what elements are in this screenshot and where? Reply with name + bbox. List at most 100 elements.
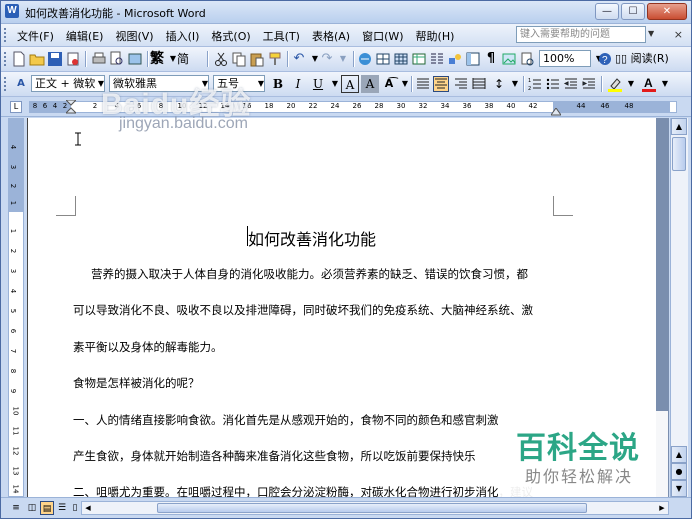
insert-excel-icon[interactable] [411,51,427,67]
underline-button[interactable]: U [309,75,327,93]
print-layout-icon[interactable]: ▤ [40,501,54,515]
highlight-icon[interactable] [607,76,623,92]
insert-table-icon[interactable] [393,51,409,67]
maximize-button[interactable]: ☐ [621,3,645,20]
menubar-grip[interactable] [4,28,9,42]
format-painter-icon[interactable] [267,51,283,67]
highlight-dropdown-icon[interactable]: ▼ [623,76,639,92]
menu-file[interactable]: 文件(F) [11,28,60,44]
menu-edit[interactable]: 编辑(E) [60,28,110,44]
paragraph[interactable]: 营养的摄入取决于人体自身的消化吸收能力。必须营养素的缺乏、错误的饮食习惯，都 [73,266,573,282]
char-border-button[interactable]: A [341,75,359,93]
font-color-icon[interactable]: A [641,76,657,92]
menu-tools[interactable]: 工具(T) [257,28,306,44]
ruler-right-margin[interactable] [553,101,670,113]
vertical-scrollbar[interactable]: ▲ ▲ ● ▼ [670,118,688,497]
outline-view-icon[interactable]: ☰ [55,501,69,515]
redo-dropdown-icon[interactable]: ▼ [335,51,351,67]
permission-icon[interactable] [65,51,81,67]
research-icon[interactable] [127,51,143,67]
menu-window[interactable]: 窗口(W) [356,28,409,44]
word-app-icon[interactable]: W [5,4,19,18]
read-button-label: 阅读(R) [630,52,669,65]
char-shading-button[interactable]: A [361,75,379,93]
line-spacing-icon[interactable]: ↕ [491,76,507,92]
vertical-scroll-thumb[interactable] [672,137,686,171]
hyperlink-icon[interactable] [357,51,373,67]
spacing-dropdown-icon[interactable]: ▼ [507,76,523,92]
document-map-icon[interactable] [465,51,481,67]
numbering-icon[interactable]: 12 [527,76,543,92]
web-layout-icon[interactable]: ◫ [25,501,39,515]
font-color-dropdown-icon[interactable]: ▼ [657,76,673,92]
read-button[interactable]: ▯▯ 阅读(R) [615,50,669,67]
toolbar-grip[interactable] [4,77,9,91]
reading-mode-icon[interactable] [519,51,535,67]
align-right-icon[interactable] [453,76,469,92]
scroll-up-icon[interactable]: ▲ [671,118,687,135]
paste-icon[interactable] [249,51,265,67]
paragraph[interactable]: 食物是怎样被消化的呢？ [73,375,573,391]
scroll-left-icon[interactable]: ◀ [82,502,94,514]
zoom-select[interactable]: 100% [539,50,591,67]
italic-button[interactable]: I [289,75,307,93]
new-document-icon[interactable] [11,51,27,67]
char-scaling-icon[interactable]: A͡ [381,76,397,92]
document-title[interactable]: 如何改善消化功能 [28,226,596,250]
help-search-input[interactable]: 键入需要帮助的问题 [516,26,646,43]
redo-icon[interactable]: ↷ [319,51,335,67]
print-preview-icon[interactable] [109,51,125,67]
save-icon[interactable] [47,51,63,67]
document-close-button[interactable]: × [674,28,683,41]
previous-page-icon[interactable]: ▲ [671,446,687,463]
toolbar-grip[interactable] [4,52,9,66]
indent-marker-icon[interactable] [66,100,76,114]
copy-icon[interactable] [231,51,247,67]
horizontal-scroll-thumb[interactable] [157,503,587,513]
next-page-icon[interactable]: ▼ [671,480,687,497]
tables-borders-icon[interactable] [375,51,391,67]
reading-view-icon[interactable]: ▯ [68,501,82,515]
open-folder-icon[interactable] [29,51,45,67]
drawing-icon[interactable] [447,51,463,67]
traditional-chinese-icon[interactable]: 繁 [149,51,165,67]
close-button[interactable]: ✕ [647,3,687,20]
tab-selector-icon[interactable]: L [10,101,22,113]
bold-button[interactable]: B [269,75,287,93]
menu-insert[interactable]: 插入(I) [160,28,206,44]
menu-help[interactable]: 帮助(H) [410,28,461,44]
styles-pane-icon[interactable]: A [13,76,29,92]
menu-view[interactable]: 视图(V) [109,28,159,44]
minimize-button[interactable]: — [595,3,619,20]
word-window: W 如何改善消化功能 - Microsoft Word — ☐ ✕ 文件(F) … [0,0,692,519]
print-icon[interactable] [91,51,107,67]
show-formatting-icon[interactable]: ¶ [483,51,499,67]
right-indent-marker-icon[interactable] [551,108,561,116]
align-center-icon[interactable] [433,76,449,92]
increase-indent-icon[interactable] [581,76,597,92]
simplified-chinese-icon[interactable]: 简 [175,51,191,67]
undo-icon[interactable]: ↶ [291,51,307,67]
align-justify-icon[interactable] [415,76,431,92]
columns-icon[interactable] [429,51,445,67]
paragraph[interactable]: 可以导致消化不良、吸收不良以及排泄障碍，同时破坏我们的免疫系统、大脑神经系统、激 [73,302,573,318]
ruler-label: 4 [52,102,58,110]
insert-picture-icon[interactable] [501,51,517,67]
help-dropdown-icon[interactable]: ▼ [648,29,654,38]
menu-table[interactable]: 表格(A) [306,28,356,44]
toolbar-separator [207,51,209,67]
browse-object-icon[interactable]: ● [671,463,687,480]
vertical-ruler[interactable]: 4 3 2 1 1 2 3 4 5 6 7 8 9 10 11 12 13 14 [8,118,24,497]
normal-view-icon[interactable]: ≡ [9,501,23,515]
paragraph[interactable]: 素平衡以及身体的解毒能力。 [73,339,573,355]
size-dropdown-icon[interactable]: ▼ [253,76,269,92]
horizontal-scroll-track[interactable]: ◀ ▶ [81,501,669,515]
distributed-align-icon[interactable] [471,76,487,92]
help-icon[interactable]: ? [597,51,613,67]
decrease-indent-icon[interactable] [563,76,579,92]
menu-format[interactable]: 格式(O) [205,28,256,44]
horizontal-scrollbar[interactable]: ≡ ◫ ▤ ☰ ▯ ◀ ▶ [1,497,691,518]
scroll-right-icon[interactable]: ▶ [656,502,668,514]
cut-icon[interactable] [213,51,229,67]
bullets-icon[interactable] [545,76,561,92]
